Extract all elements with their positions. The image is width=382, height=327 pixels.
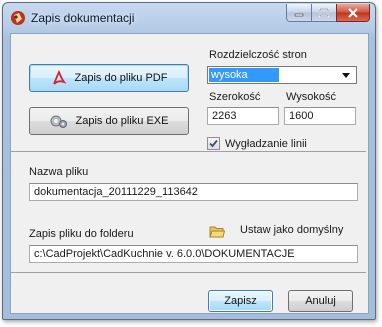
resolution-selected-value: wysoka <box>209 68 279 82</box>
save-exe-button[interactable]: Zapis do pliku EXE <box>29 107 189 135</box>
close-icon <box>348 7 358 18</box>
set-default-button[interactable]: Ustaw jako domyślny <box>209 224 359 240</box>
folder-path-field[interactable]: c:\CadProjekt\CadKuchnie v. 6.0.0\DOKUME… <box>29 245 358 263</box>
window-title: Zapis dokumentacji <box>31 11 135 25</box>
file-name-label: Nazwa pliku <box>29 166 89 178</box>
save-pdf-label: Zapis do pliku PDF <box>74 72 168 84</box>
dialog-window: Zapis dokumentacji Zapis do pliku PDF Za… <box>2 2 376 320</box>
set-default-label: Ustaw jako domyślny <box>240 224 344 236</box>
maximize-icon <box>319 8 329 17</box>
save-button[interactable]: Zapisz <box>208 290 273 312</box>
cancel-button-label: Anuluj <box>305 295 336 307</box>
close-button[interactable] <box>336 4 370 22</box>
maximize-button[interactable] <box>311 4 337 22</box>
folder-label: Zapis pliku do folderu <box>29 228 134 240</box>
chevron-down-icon[interactable] <box>342 73 350 78</box>
save-pdf-button[interactable]: Zapis do pliku PDF <box>29 64 189 92</box>
dialog-body: Zapis do pliku PDF Zapis do pliku EXE Ro… <box>10 33 369 314</box>
title-bar[interactable]: Zapis dokumentacji <box>3 3 375 33</box>
resolution-select[interactable]: wysoka <box>207 66 357 84</box>
minimize-button[interactable] <box>286 4 312 22</box>
width-field[interactable]: 2263 <box>207 107 279 125</box>
save-button-label: Zapisz <box>224 295 257 307</box>
exe-icon <box>50 115 67 128</box>
height-field[interactable]: 1600 <box>284 107 356 125</box>
smoothing-label: Wygładzanie linii <box>225 138 307 150</box>
resolution-label: Rozdzielczość stron <box>209 49 307 61</box>
file-section: Nazwa pliku dokumentacja_20111229_113642… <box>11 152 366 273</box>
minimize-icon <box>294 13 304 16</box>
file-name-field[interactable]: dokumentacja_20111229_113642 <box>29 183 358 201</box>
folder-icon <box>209 226 225 238</box>
width-label: Szerokość <box>209 91 261 103</box>
smoothing-checkbox[interactable] <box>207 137 220 150</box>
cancel-button[interactable]: Anuluj <box>288 290 353 312</box>
export-section: Zapis do pliku PDF Zapis do pliku EXE Ro… <box>11 34 366 152</box>
save-exe-label: Zapis do pliku EXE <box>75 115 169 127</box>
check-icon <box>209 139 218 148</box>
app-icon <box>11 11 25 25</box>
height-label: Wysokość <box>286 91 337 103</box>
pdf-icon <box>52 70 66 85</box>
